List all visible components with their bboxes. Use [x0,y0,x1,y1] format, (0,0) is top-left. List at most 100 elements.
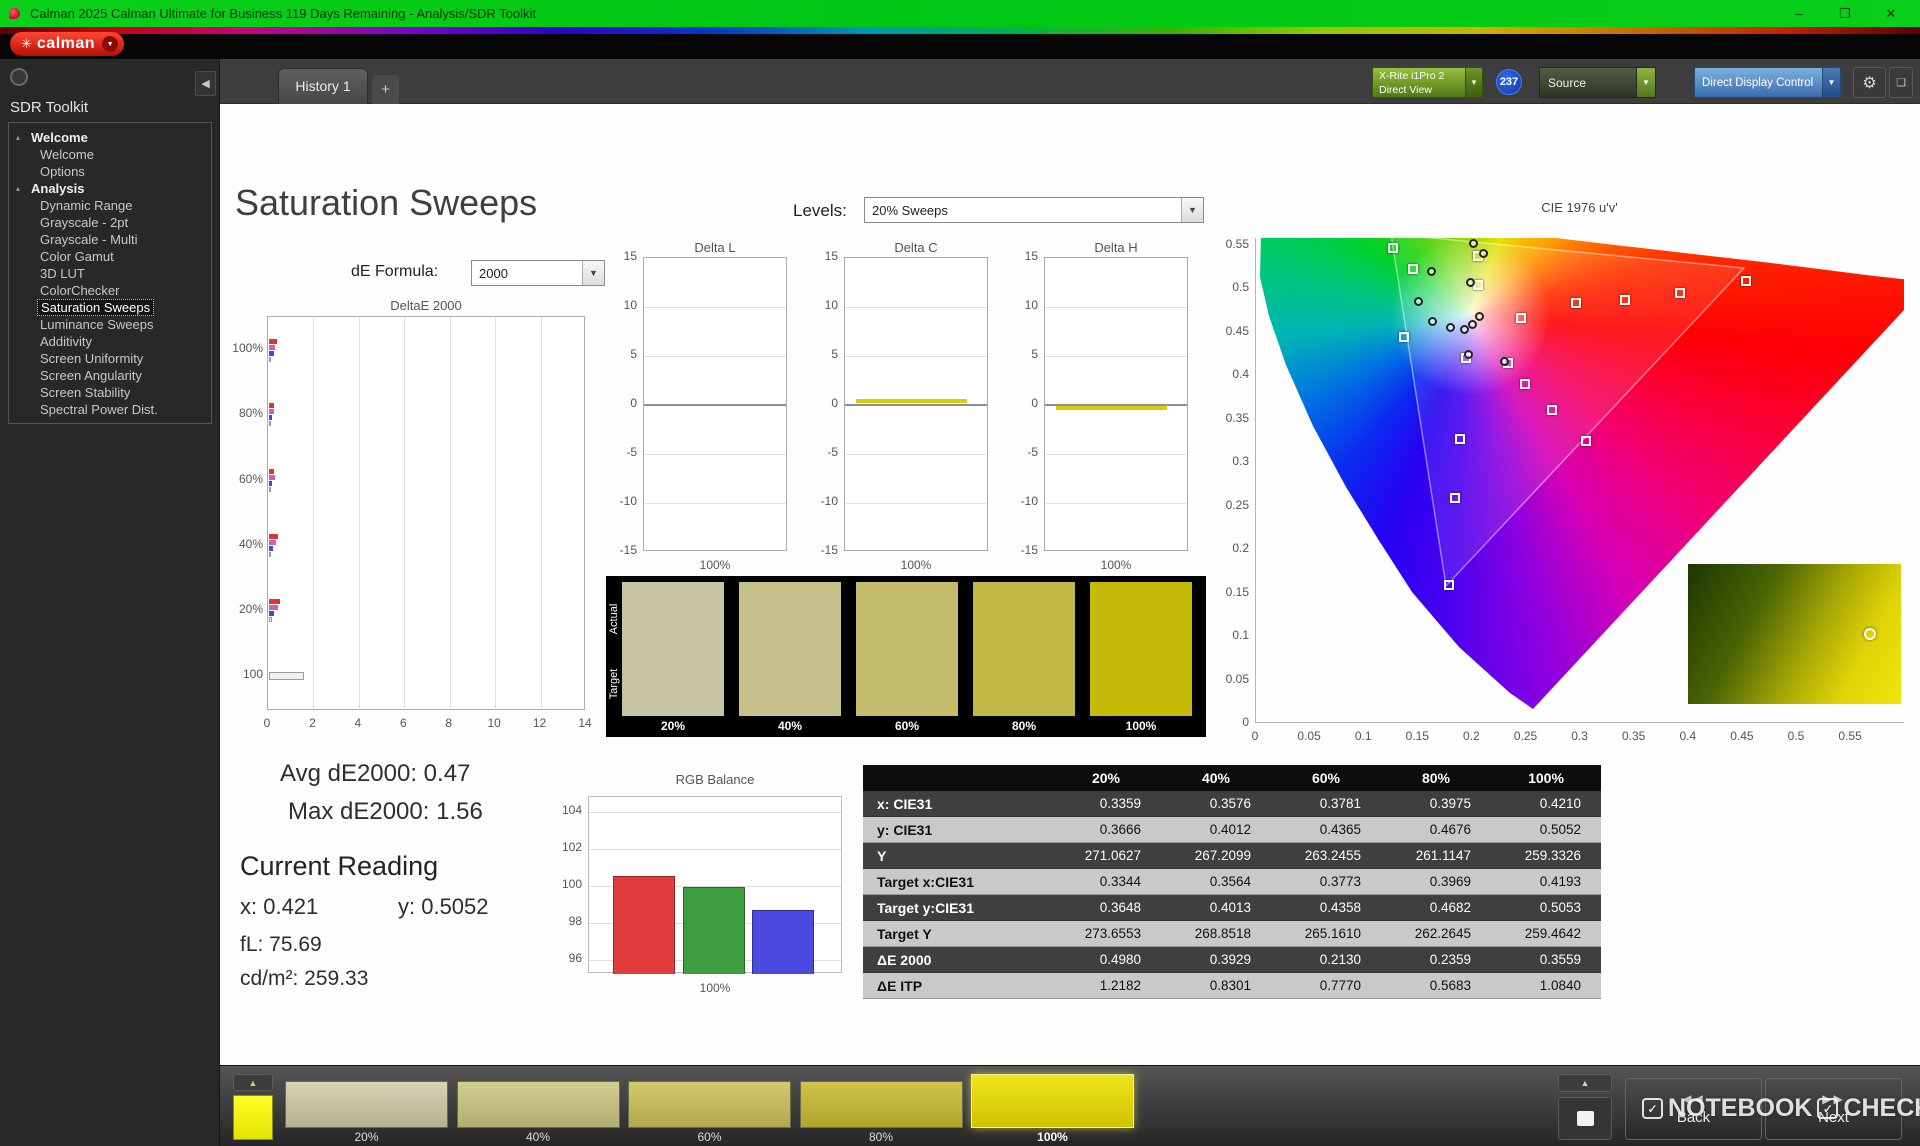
sidebar-item-luminance-sweeps[interactable]: Luminance Sweeps [9,316,211,333]
blue-bar [752,910,814,974]
notebookcheck-watermark: ✓ NOTEBOOK ✓ CHECK [1642,1094,1920,1123]
meter-selector[interactable]: X-Rite i1Pro 2 Direct View ▼ [1372,67,1483,98]
calman-logo-menu[interactable]: ✳ calman ▼ [10,32,124,56]
chevron-down-icon[interactable]: ▼ [1822,68,1840,97]
de-formula-dropdown[interactable]: 2000 ▼ [471,260,605,286]
axis-tick-label: 0.5 [1209,280,1249,294]
sidebar-item-3d-lut[interactable]: 3D LUT [9,265,211,282]
sidebar-item-screen-angularity[interactable]: Screen Angularity [9,367,211,384]
table-cell: 263.2455 [1271,843,1381,868]
window-title: Calman 2025 Calman Ultimate for Business… [30,6,536,21]
reading-cdm2: cd/m²: 259.33 [240,967,368,991]
meter-panel-up-button[interactable]: ▲ [1558,1074,1612,1092]
patch-button-60[interactable] [628,1081,791,1128]
sidebar-item-dynamic-range[interactable]: Dynamic Range [9,197,211,214]
minimize-icon: – [1795,6,1802,21]
table-cell: 0.3929 [1161,947,1271,972]
axis-tick-label: -10 [1006,494,1038,508]
workspace-layout-button[interactable]: ❏ [1889,67,1913,98]
gridline [495,317,496,711]
display-control-selector[interactable]: Direct Display Control ▼ [1694,67,1841,98]
gridline [644,404,786,406]
table-cell: 259.3326 [1491,843,1601,868]
inset-reading-marker [1864,628,1876,640]
sidebar-collapse-button[interactable]: ◀ [195,71,216,96]
axis-tick-label: 5 [1006,347,1038,361]
target-marker [1399,332,1409,342]
table-cell: 0.8301 [1161,973,1271,998]
axis-tick-label: 0.55 [1209,237,1249,251]
patch-button-20[interactable] [285,1081,448,1128]
cie-plot-area [1255,238,1904,723]
measurement-line [1056,406,1167,410]
table-cell: 0.3344 [1051,869,1161,894]
sidebar-item-grayscale-2pt[interactable]: Grayscale - 2pt [9,214,211,231]
table-cell: 0.7770 [1271,973,1381,998]
table-row-label: Y [863,843,1051,868]
sidebar-item-welcome[interactable]: ▴Welcome [9,129,211,146]
target-marker [1408,264,1418,274]
sidebar-item-welcome[interactable]: Welcome [9,146,211,163]
max-de2000-reading: Max dE2000: 1.56 [288,798,483,826]
source-label: Source [1540,68,1636,97]
patch-up-button[interactable]: ▲ [233,1074,273,1091]
tab-history-1[interactable]: History 1 [278,68,368,104]
patch-button-label: 60% [628,1130,791,1144]
patch-button-40[interactable] [457,1081,620,1128]
minimize-button[interactable]: – [1776,0,1822,27]
sweep-swatch [856,582,958,716]
table-cell: 0.4013 [1161,895,1271,920]
table-cell: 265.1610 [1271,921,1381,946]
sidebar-item-label: Analysis [31,181,84,196]
settings-button[interactable]: ⚙ [1853,67,1886,98]
sidebar-item-label: Screen Uniformity [40,351,143,366]
current-patch-swatch[interactable] [233,1095,273,1140]
sidebar-item-screen-uniformity[interactable]: Screen Uniformity [9,350,211,367]
sidebar-item-analysis[interactable]: ▴Analysis [9,180,211,197]
sidebar-item-additivity[interactable]: Additivity [9,333,211,350]
sidebar-item-label: Screen Angularity [40,368,142,383]
delta-chart-title: Delta L [643,240,787,255]
green-bar [683,887,745,974]
table-header-row: 20%40%60%80%100% [863,765,1601,791]
table-header-cell: 80% [1381,765,1491,791]
table-header-cell: 40% [1161,765,1271,791]
sidebar-home-button[interactable] [10,68,28,86]
table-cell: 0.4365 [1271,817,1381,842]
axis-tick-label: 4 [346,716,370,730]
meter-status-badge[interactable]: 237 [1496,69,1522,95]
axis-tick-label: 96 [546,951,582,965]
patch-button-100[interactable] [971,1074,1134,1128]
stop-measure-button[interactable] [1558,1097,1612,1140]
close-icon: ✕ [1886,6,1897,22]
sidebar-item-label: ColorChecker [40,283,119,298]
watermark-text: CHECK [1843,1094,1920,1123]
window-controls: – ❐ ✕ [1776,0,1914,27]
table-row: Target Y273.6553268.8518265.1610262.2645… [863,921,1601,947]
source-selector[interactable]: Source ▼ [1539,67,1656,98]
target-marker [1450,493,1460,503]
sidebar-item-label: Welcome [31,130,88,145]
chevron-down-icon[interactable]: ▼ [1636,68,1655,97]
collapse-arrow-icon: ◀ [201,77,209,90]
sidebar-item-grayscale-multi[interactable]: Grayscale - Multi [9,231,211,248]
chevron-down-icon[interactable]: ▼ [1465,68,1482,97]
patch-button-80[interactable] [800,1081,963,1128]
red-bar [613,876,675,974]
sidebar-item-color-gamut[interactable]: Color Gamut [9,248,211,265]
maximize-button[interactable]: ❐ [1822,0,1868,27]
table-row: Y271.0627267.2099263.2455261.1147259.332… [863,843,1601,869]
close-button[interactable]: ✕ [1868,0,1914,27]
axis-tick-label: 100% [220,341,263,355]
sidebar-item-spectral-power-dist[interactable]: Spectral Power Dist. [9,401,211,418]
sidebar-item-screen-stability[interactable]: Screen Stability [9,384,211,401]
sidebar-item-saturation-sweeps[interactable]: Saturation Sweeps [9,299,211,316]
levels-dropdown[interactable]: 20% Sweeps ▼ [864,197,1204,223]
add-tab-button[interactable]: + [372,75,399,104]
axis-tick-label: 20% [220,602,263,616]
gridline [589,849,841,850]
sidebar-item-options[interactable]: Options [9,163,211,180]
table-cell: 0.4210 [1491,791,1601,816]
sidebar-item-colorchecker[interactable]: ColorChecker [9,282,211,299]
axis-tick-label: 0.1 [1209,628,1249,642]
